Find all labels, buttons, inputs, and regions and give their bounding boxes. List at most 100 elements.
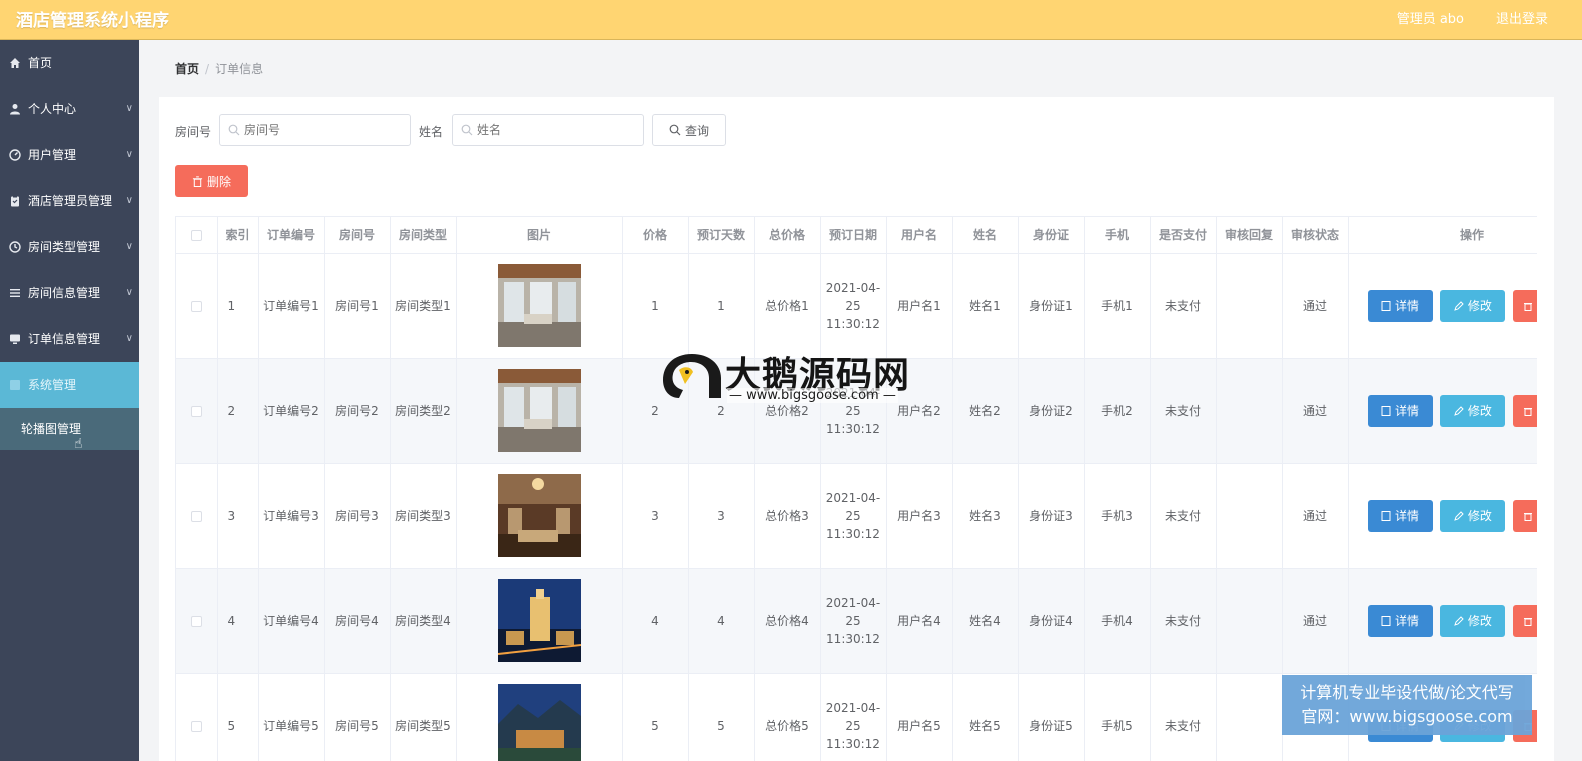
sidebar-item-room-types[interactable]: 房间类型管理 ∨ [0,224,139,270]
trash-icon [1524,512,1533,521]
query-button-label: 查询 [684,123,709,138]
breadcrumb-separator: / [205,62,210,76]
row-delete-button[interactable] [1513,604,1537,637]
sidebar-item-users[interactable]: 用户管理 ∨ [0,132,139,178]
edit-button[interactable]: 修改 [1440,394,1506,427]
batch-delete-button[interactable]: 删除 [175,165,248,197]
query-button[interactable]: 查询 [652,114,726,146]
user-icon [10,104,20,115]
row-delete-button[interactable] [1513,394,1537,427]
detail-button[interactable]: 详情 [1367,394,1433,427]
detail-button-label: 详情 [1394,403,1419,418]
column-header: 房间号 [324,217,391,254]
column-header: 预订天数 [688,217,755,254]
resort-photo [497,684,581,761]
cell-phone: 手机5 [1084,673,1151,761]
cell-image [456,673,623,761]
room-search-input[interactable] [244,115,404,145]
top-bar: 酒店管理系统小程序 管理员 abo 退出登录 [0,0,1582,40]
cell-username: 用户名3 [886,463,953,569]
column-header: 审核状态 [1282,217,1349,254]
row-delete-button[interactable] [1513,289,1537,322]
row-checkbox[interactable] [190,405,202,417]
search-icon [461,124,473,136]
sidebar-item-hotel-admins[interactable]: 酒店管理员管理 ∨ [0,178,139,224]
ad-banner: 计算机专业毕设代做/论文代写 官网：www.bigsgoose.com [1282,675,1532,735]
logout-link[interactable]: 退出登录 [1496,8,1548,27]
sidebar-subitem-label: 轮播图管理 [21,422,82,436]
grid-icon [10,380,20,390]
cell-room-type: 房间类型5 [390,673,457,761]
cell-phone: 手机2 [1084,358,1151,464]
select-all-checkbox[interactable] [190,229,202,241]
document-icon [1381,615,1391,626]
cell-name: 姓名4 [952,568,1019,674]
cell-room-no: 房间号5 [324,673,391,761]
cell-id-card: 身份证4 [1018,568,1085,674]
edit-button[interactable]: 修改 [1440,499,1506,532]
table-header-row: 索引 订单编号 房间号 房间类型 图片 价格 预订天数 总价格 预订日期 用户名… [176,217,1537,254]
column-header: 价格 [622,217,689,254]
column-header: 房间类型 [390,217,457,254]
cell-price: 5 [622,673,689,761]
cell-days: 2 [688,358,755,464]
trash-icon [1524,302,1533,311]
sidebar: 首页 个人中心 ∨ 用户管理 ∨ 酒店管理员管理 ∨ 房间类型管理 ∨ 房间信息… [0,40,139,761]
edit-button[interactable]: 修改 [1440,604,1506,637]
sidebar-item-orders[interactable]: 订单信息管理 ∨ [0,316,139,362]
name-search-box[interactable] [452,114,644,146]
row-delete-button[interactable] [1513,499,1537,532]
cell-days: 5 [688,673,755,761]
sidebar-subitem-carousel[interactable]: 轮播图管理 ☝ [0,408,139,452]
cell-total: 总价格2 [754,358,821,464]
cell-name: 姓名3 [952,463,1019,569]
cell-room-no: 房间号3 [324,463,391,569]
chevron-down-icon: ∨ [125,241,133,252]
sidebar-item-label: 首页 [28,56,53,70]
row-checkbox[interactable] [190,510,202,522]
detail-button[interactable]: 详情 [1367,499,1433,532]
sidebar-item-profile[interactable]: 个人中心 ∨ [0,86,139,132]
chevron-down-icon: ∨ [125,195,133,206]
detail-button[interactable]: 详情 [1367,604,1433,637]
room-search-box[interactable] [219,114,411,146]
cell-reply [1216,463,1283,569]
cell-price: 2 [622,358,689,464]
detail-button[interactable]: 详情 [1367,289,1433,322]
column-header: 订单编号 [258,217,325,254]
sidebar-item-system[interactable]: 系统管理 [0,362,139,408]
cell-status: 通过 [1282,358,1349,464]
row-checkbox[interactable] [190,300,202,312]
cell-index: 4 [217,568,259,674]
clipboard-icon [11,195,19,207]
header-select-all[interactable] [176,217,218,254]
cell-status: 通过 [1282,568,1349,674]
breadcrumb-home[interactable]: 首页 [175,62,199,76]
cell-total: 总价格4 [754,568,821,674]
sidebar-item-room-info[interactable]: 房间信息管理 ∨ [0,270,139,316]
sidebar-item-home[interactable]: 首页 [0,40,139,86]
cell-reply [1216,673,1283,761]
clock-icon [9,241,21,253]
cell-room-type: 房间类型1 [390,253,457,359]
edit-button[interactable]: 修改 [1440,289,1506,322]
pencil-icon [1454,405,1464,416]
detail-button-label: 详情 [1394,613,1419,628]
cell-date: 2021-04-25 11:30:12 [820,568,887,674]
list-icon [10,289,20,297]
row-checkbox[interactable] [190,615,202,627]
row-checkbox[interactable] [190,720,202,732]
sidebar-item-label: 订单信息管理 [28,332,101,346]
current-user: 管理员 abo [1396,12,1464,27]
cell-index: 5 [217,673,259,761]
name-search-input[interactable] [477,115,637,145]
home-icon [10,58,20,68]
cell-status: 通过 [1282,463,1349,569]
cell-id-card: 身份证2 [1018,358,1085,464]
cell-status: 通过 [1282,253,1349,359]
room-photo [497,369,581,452]
cell-days: 4 [688,568,755,674]
document-icon [1381,510,1391,521]
gauge-icon [9,149,21,161]
pencil-icon [1454,615,1464,626]
